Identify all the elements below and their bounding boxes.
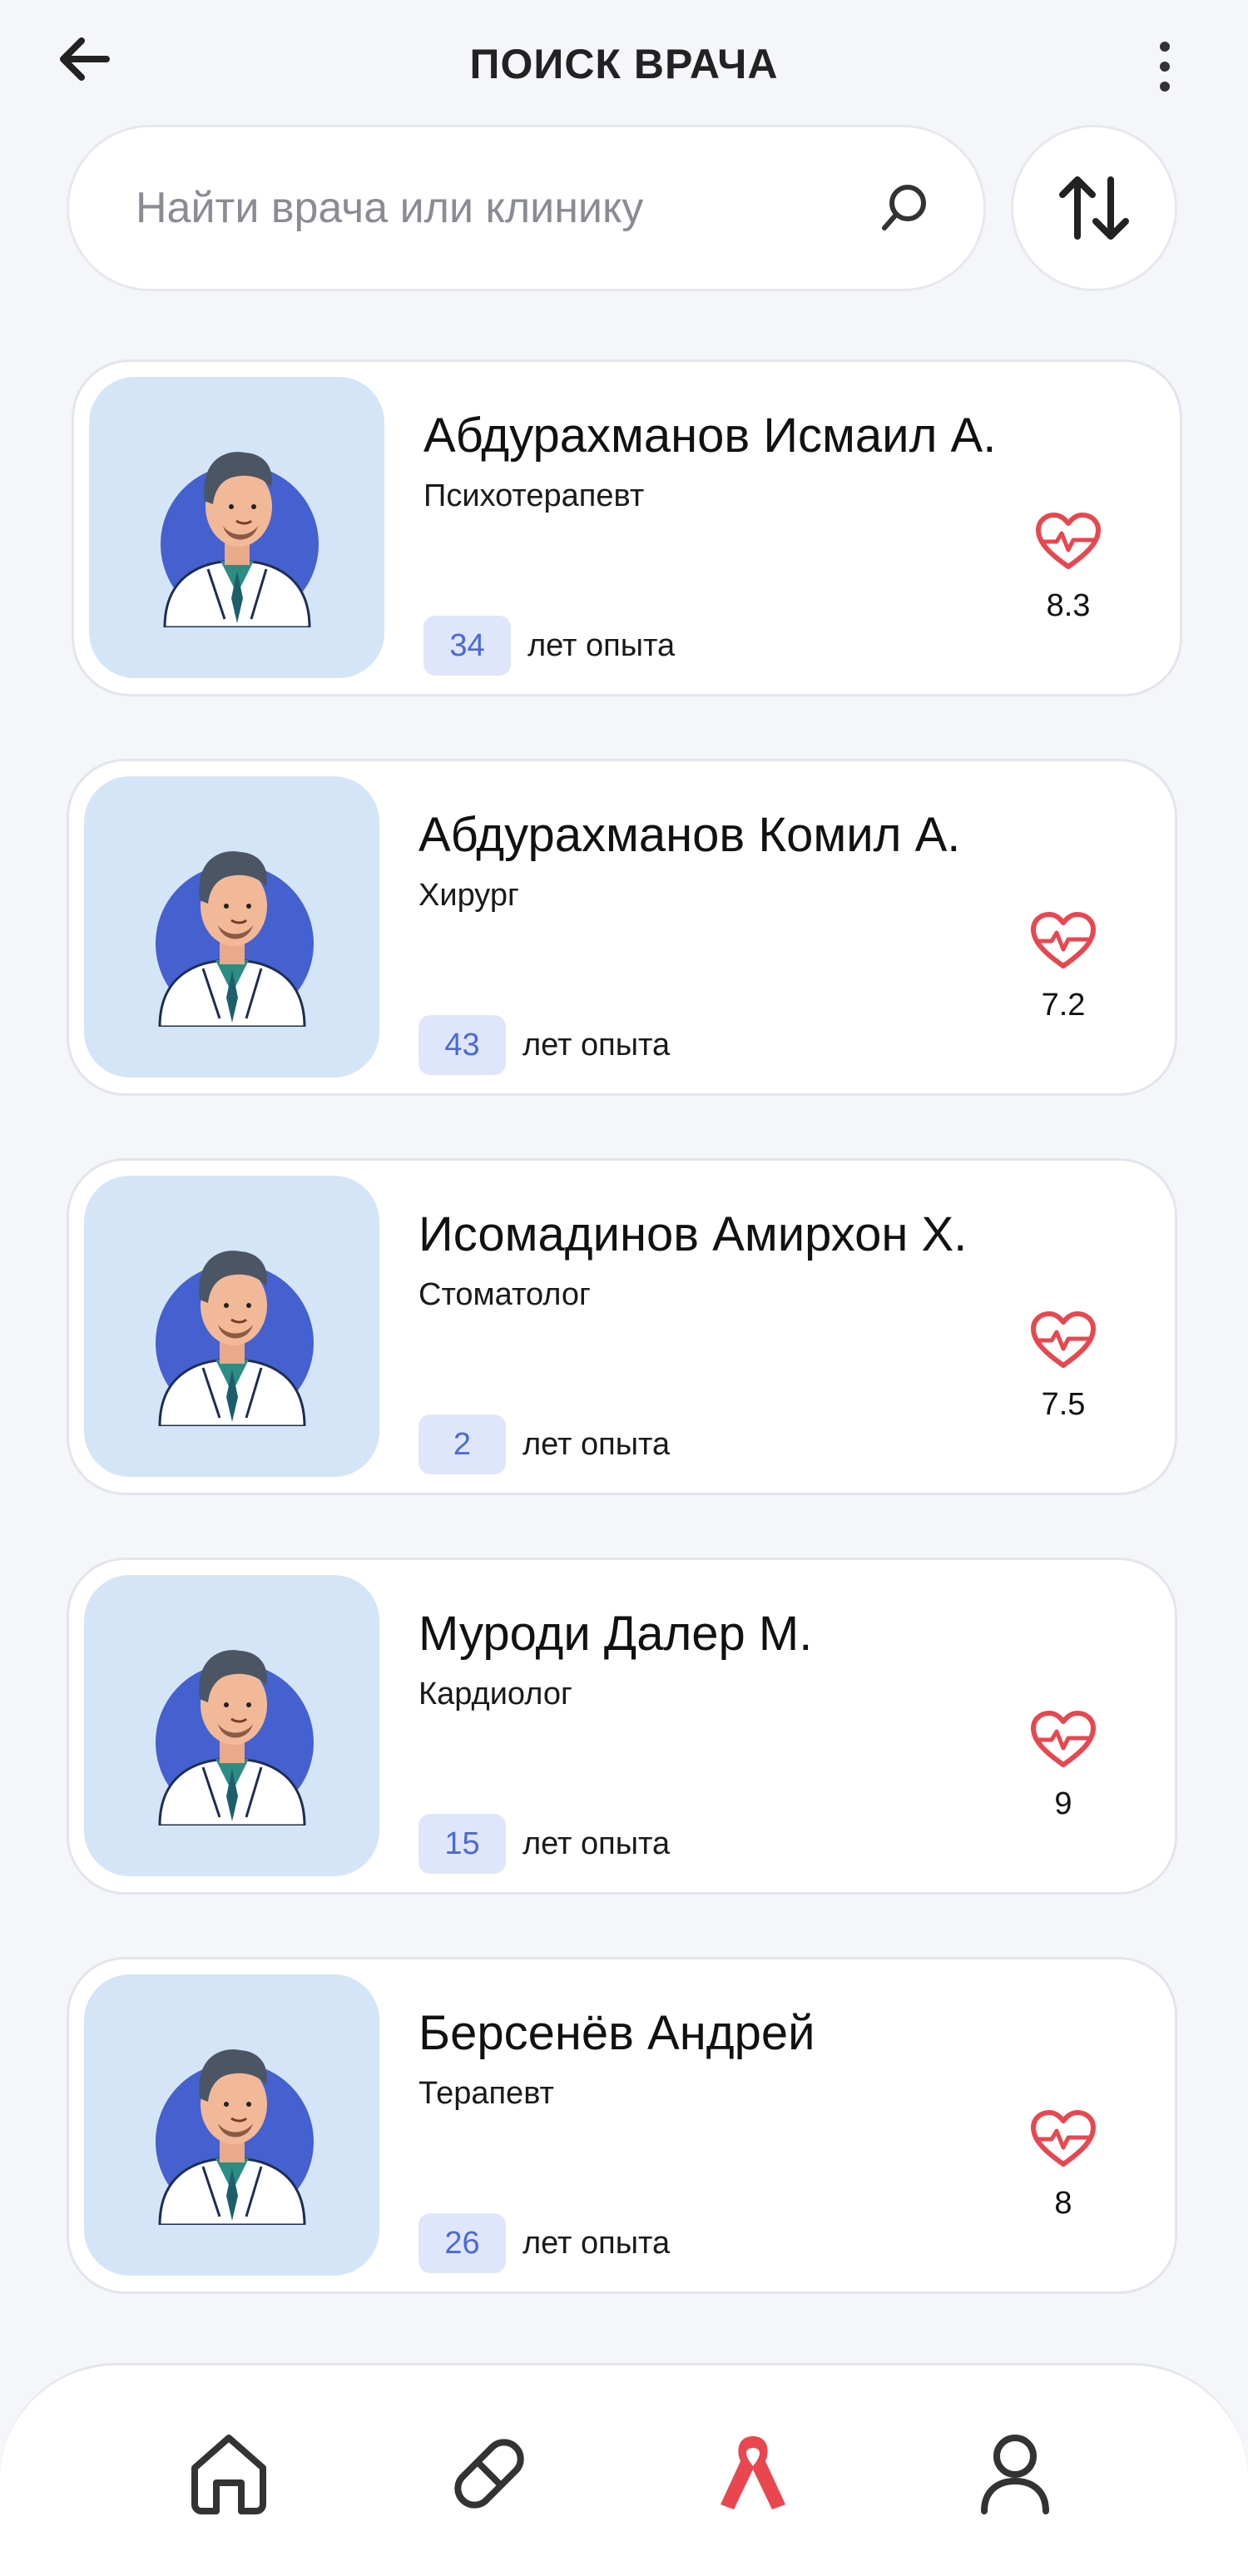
rating-icon-wrap	[1030, 2109, 1097, 2169]
doctor-avatar-illustration	[155, 2049, 314, 2225]
home-icon	[191, 2435, 266, 2514]
search-icon	[882, 185, 926, 230]
nav-medicines[interactable]	[439, 2424, 539, 2524]
doctor-card[interactable]: Исомадинов Амирхон Х. Стоматолог 2 лет о…	[67, 1158, 1177, 1495]
more-options-button[interactable]	[1144, 33, 1186, 100]
experience-label: лет опыта	[522, 1826, 671, 1861]
avatar	[84, 1974, 379, 2276]
search-button[interactable]	[875, 179, 934, 237]
sort-button[interactable]	[1011, 125, 1177, 291]
experience-label: лет опыта	[522, 1028, 671, 1063]
doctor-name: Берсенёв Андрей	[418, 2006, 815, 2060]
heart-rate-icon	[1031, 1711, 1096, 1767]
profile-icon	[981, 2435, 1049, 2514]
header: ПОИСК ВРАЧА	[0, 0, 1248, 125]
doctor-card[interactable]: Абдурахманов Исмаил А. Психотерапевт 34 …	[72, 359, 1182, 696]
doctor-avatar-illustration	[155, 851, 314, 1027]
nav-profile[interactable]	[965, 2424, 1065, 2524]
rating-value: 7.2	[1041, 988, 1086, 1023]
heart-rate-icon	[1031, 2110, 1096, 2167]
experience-badge: 34	[423, 616, 511, 676]
doctor-search-screen: ПОИСК ВРАЧА Найти врача или клинику Абду…	[0, 0, 1248, 2576]
experience-label: лет опыта	[527, 628, 676, 663]
doctor-specialty: Терапевт	[418, 2076, 554, 2111]
heart-rate-icon	[1031, 1311, 1096, 1368]
nav-doctors[interactable]	[703, 2424, 803, 2524]
doctor-specialty: Хирург	[418, 878, 519, 913]
ribbon-icon	[721, 2436, 785, 2509]
doctor-avatar-illustration	[160, 452, 319, 627]
doctor-specialty: Кардиолог	[418, 1677, 572, 1712]
experience-label: лет опыта	[522, 2226, 671, 2261]
search-input[interactable]	[136, 183, 875, 233]
avatar	[89, 377, 384, 678]
search-bar	[67, 125, 986, 291]
doctor-avatar-illustration	[155, 1251, 314, 1426]
doctor-avatar-illustration	[155, 1650, 314, 1825]
pill-icon	[454, 2439, 524, 2509]
experience-label: лет опыта	[522, 1427, 671, 1462]
avatar	[84, 776, 379, 1077]
sort-arrows-icon	[1059, 176, 1129, 240]
nav-home[interactable]	[179, 2424, 279, 2524]
rating-value: 9	[1054, 1786, 1072, 1821]
more-vertical-icon	[1160, 42, 1170, 52]
doctor-name: Исомадинов Амирхон Х.	[418, 1207, 968, 1261]
bottom-navigation	[0, 2363, 1248, 2576]
rating-icon-wrap	[1030, 1310, 1097, 1370]
experience-badge: 26	[418, 2213, 506, 2273]
rating-value: 8	[1054, 2186, 1072, 2221]
doctor-specialty: Стоматолог	[418, 1277, 591, 1312]
page-title: ПОИСК ВРАЧА	[469, 41, 779, 87]
heart-rate-icon	[1031, 912, 1096, 968]
rating-value: 7.5	[1041, 1387, 1086, 1422]
heart-rate-icon	[1036, 513, 1101, 569]
doctor-specialty: Психотерапевт	[423, 478, 645, 513]
rating-icon-wrap	[1030, 1710, 1097, 1770]
experience-badge: 2	[418, 1414, 506, 1474]
doctor-card[interactable]: Муроди Далер М. Кардиолог 15 лет опыта 9	[67, 1558, 1177, 1895]
doctor-name: Муроди Далер М.	[418, 1607, 813, 1661]
doctor-name: Абдурахманов Исмаил А.	[423, 409, 997, 463]
avatar	[84, 1176, 379, 1477]
doctor-name: Абдурахманов Комил А.	[418, 808, 961, 862]
doctor-card[interactable]: Берсенёв Андрей Терапевт 26 лет опыта 8	[67, 1957, 1177, 2294]
avatar	[84, 1575, 379, 1876]
rating-value: 8.3	[1046, 588, 1091, 623]
rating-icon-wrap	[1030, 911, 1097, 971]
experience-badge: 43	[418, 1015, 506, 1075]
doctor-card[interactable]: Абдурахманов Комил А. Хирург 43 лет опыт…	[67, 759, 1177, 1096]
rating-icon-wrap	[1035, 512, 1102, 572]
experience-badge: 15	[418, 1814, 506, 1874]
